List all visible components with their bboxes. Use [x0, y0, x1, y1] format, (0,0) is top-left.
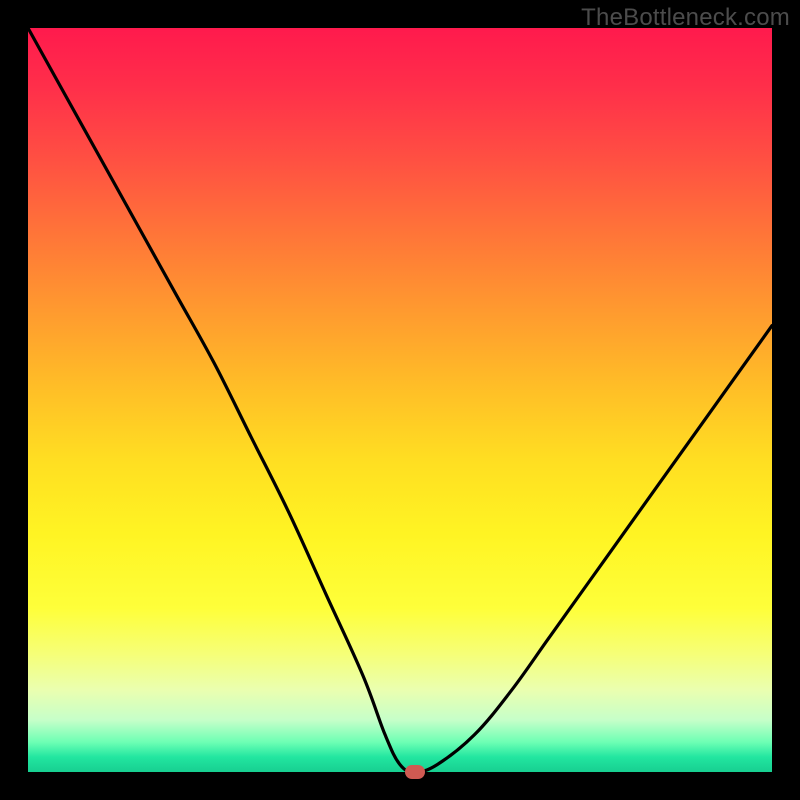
bottleneck-curve-svg [28, 28, 772, 772]
bottleneck-curve-path [28, 28, 772, 772]
optimal-marker [405, 765, 425, 779]
chart-frame: TheBottleneck.com [0, 0, 800, 800]
watermark-text: TheBottleneck.com [581, 4, 790, 32]
